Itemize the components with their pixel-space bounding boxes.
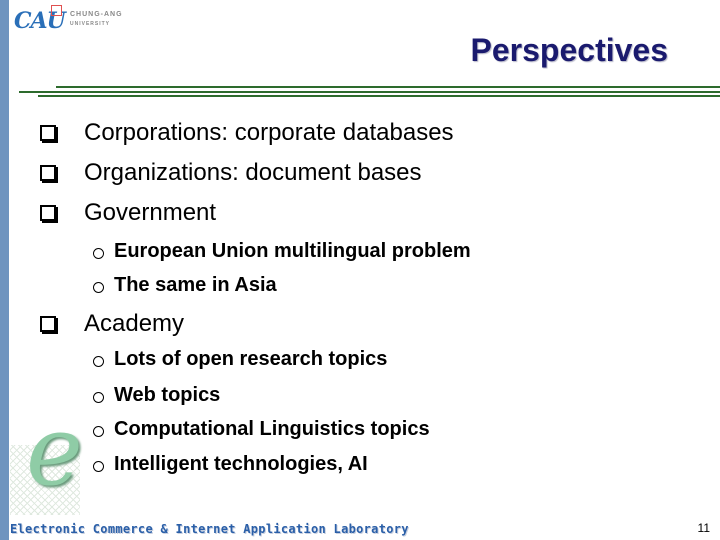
bullet-text: Academy [84,310,185,337]
circle-bullet-icon [93,281,104,293]
e-letter-icon: e [26,395,83,507]
left-accent-bar [0,0,9,540]
circle-bullet-icon [93,425,104,437]
slide-title: Perspectives [470,32,668,68]
sub-bullet-item: The same in Asia [93,274,277,297]
square-bullet-icon [40,205,56,221]
bullet-text: Corporations: corporate databases [84,119,454,146]
sub-bullet-item: Lots of open research topics [93,348,387,371]
title-rule-3 [38,95,720,97]
bullet-item: Government [40,199,216,227]
title-rule-2 [19,91,720,93]
bullet-text: Government [84,199,217,226]
sub-bullet-item: Intelligent technologies, AI [93,453,368,476]
university-name: CHUNG-ANG [70,11,123,18]
sub-bullet-text: Intelligent technologies, AI [114,453,368,475]
bullet-item: Organizations: document bases [40,159,422,187]
sub-bullet-text: Lots of open research topics [114,348,388,370]
bullet-item: Corporations: corporate databases [40,119,454,147]
page-number: 11 [697,521,710,535]
sub-bullet-item: Web topics [93,384,220,407]
e-commerce-logo: e [10,395,83,515]
sub-bullet-text: Web topics [114,384,221,406]
square-bullet-icon [40,125,56,141]
bullet-item: Academy [40,310,184,338]
circle-bullet-icon [93,391,104,403]
sub-bullet-text: European Union multilingual problem [114,240,471,262]
title-rule-1 [56,86,720,88]
logo-square-icon [51,5,62,16]
bullet-text: Organizations: document bases [84,159,422,186]
sub-bullet-item: European Union multilingual problem [93,240,471,263]
circle-bullet-icon [93,460,104,472]
university-subtitle: UNIVERSITY [70,21,111,27]
circle-bullet-icon [93,355,104,367]
sub-bullet-text: Computational Linguistics topics [114,418,430,440]
university-logo: CAU CHUNG-ANG UNIVERSITY [14,4,124,34]
lab-name: Electronic Commerce & Internet Applicati… [10,522,409,536]
circle-bullet-icon [93,247,104,259]
sub-bullet-text: The same in Asia [114,274,277,296]
sub-bullet-item: Computational Linguistics topics [93,418,430,441]
square-bullet-icon [40,165,56,181]
square-bullet-icon [40,316,56,332]
